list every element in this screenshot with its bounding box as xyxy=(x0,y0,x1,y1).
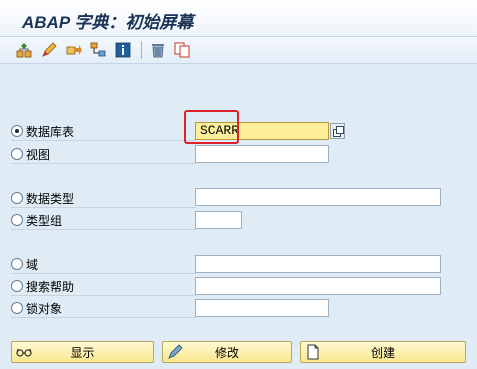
radio-domain[interactable]: 域 xyxy=(11,255,196,274)
option-label: 数据库表 xyxy=(26,124,75,139)
type-group-input[interactable] xyxy=(195,211,242,229)
lock-object-input[interactable] xyxy=(195,299,329,317)
trash-icon[interactable] xyxy=(150,42,166,58)
radio-button[interactable] xyxy=(11,302,23,314)
change-button-label: 修改 xyxy=(214,345,239,360)
option-label: 搜索帮助 xyxy=(26,279,75,294)
value-help-button[interactable] xyxy=(330,123,345,139)
view-input[interactable] xyxy=(195,145,329,163)
option-label: 域 xyxy=(26,257,39,272)
pencil-icon[interactable] xyxy=(41,42,57,58)
radio-button[interactable] xyxy=(11,258,23,270)
info-icon[interactable] xyxy=(115,42,131,58)
option-label: 锁对象 xyxy=(26,301,63,316)
option-label: 数据类型 xyxy=(26,191,75,206)
radio-lock-object[interactable]: 锁对象 xyxy=(11,299,196,318)
application-toolbar xyxy=(0,37,477,64)
display-button[interactable]: 显示 xyxy=(11,341,154,363)
radio-button-selected[interactable] xyxy=(11,125,23,137)
radio-button[interactable] xyxy=(11,280,23,292)
option-label: 类型组 xyxy=(26,213,63,228)
window-title: ABAP 字典：初始屏幕 xyxy=(22,13,194,32)
option-label: 视图 xyxy=(26,147,51,162)
radio-view[interactable]: 视图 xyxy=(11,145,196,164)
hierarchy-icon[interactable] xyxy=(90,42,106,58)
radio-type-group[interactable]: 类型组 xyxy=(11,211,196,230)
object-hierarchy-icon[interactable] xyxy=(16,42,32,58)
search-help-input[interactable] xyxy=(195,277,441,295)
display-button-label: 显示 xyxy=(70,345,95,360)
create-button[interactable]: 创建 xyxy=(300,341,466,363)
radio-data-type[interactable]: 数据类型 xyxy=(11,189,196,208)
radio-button[interactable] xyxy=(11,192,23,204)
new-document-icon xyxy=(307,344,319,360)
title-bar: ABAP 字典：初始屏幕 xyxy=(0,0,477,37)
pencil-icon xyxy=(168,344,183,359)
radio-search-help[interactable]: 搜索帮助 xyxy=(11,277,196,296)
domain-input[interactable] xyxy=(195,255,441,273)
toolbar-separator xyxy=(141,41,142,59)
change-button[interactable]: 修改 xyxy=(162,341,292,363)
copy-icon[interactable] xyxy=(174,42,190,58)
radio-database-table[interactable]: 数据库表 xyxy=(11,122,196,141)
transport-icon[interactable] xyxy=(66,42,82,58)
radio-button[interactable] xyxy=(11,214,23,226)
highlight-box xyxy=(184,110,239,144)
create-button-label: 创建 xyxy=(370,345,395,360)
glasses-icon xyxy=(16,348,32,357)
data-type-input[interactable] xyxy=(195,188,441,206)
radio-button[interactable] xyxy=(11,148,23,160)
